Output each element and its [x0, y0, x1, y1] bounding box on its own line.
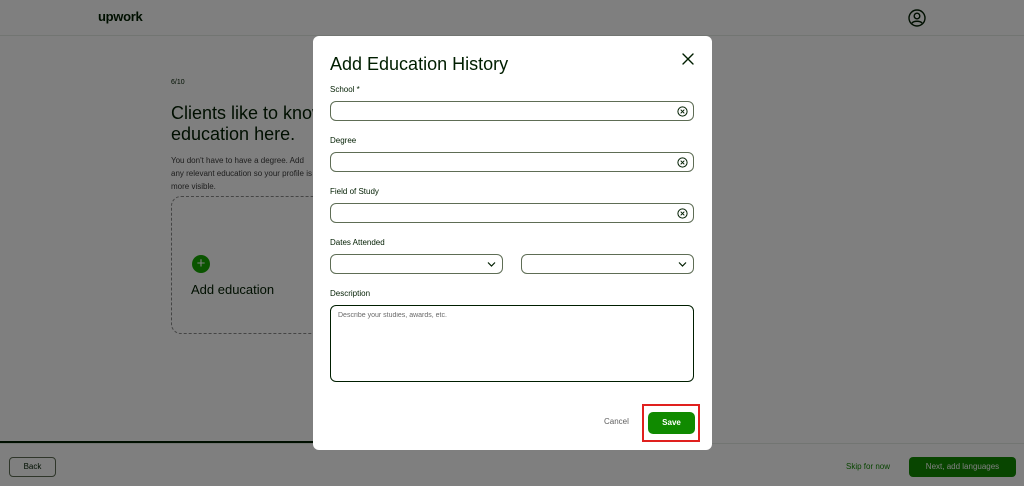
clear-icon[interactable]	[677, 157, 688, 168]
field-of-study-label: Field of Study	[330, 187, 379, 196]
chevron-down-icon	[678, 262, 687, 267]
save-button[interactable]: Save	[648, 412, 695, 434]
field-of-study-field[interactable]	[330, 203, 694, 223]
description-field[interactable]	[330, 305, 694, 382]
cancel-button[interactable]: Cancel	[604, 417, 629, 426]
close-icon[interactable]	[681, 52, 695, 66]
modal-title: Add Education History	[330, 54, 509, 74]
add-education-modal: Add Education History School * Degree Fi…	[313, 36, 712, 450]
school-input[interactable]	[337, 104, 667, 118]
degree-label: Degree	[330, 136, 357, 145]
school-field[interactable]	[330, 101, 694, 121]
description-textarea[interactable]	[338, 312, 686, 376]
dates-from-select[interactable]	[330, 254, 503, 274]
school-label: School *	[330, 85, 360, 94]
clear-icon[interactable]	[677, 208, 688, 219]
degree-input[interactable]	[337, 155, 667, 169]
dates-to-select[interactable]	[521, 254, 694, 274]
degree-field[interactable]	[330, 152, 694, 172]
dates-attended-label: Dates Attended	[330, 238, 385, 247]
chevron-down-icon	[487, 262, 496, 267]
clear-icon[interactable]	[677, 106, 688, 117]
field-of-study-input[interactable]	[337, 206, 667, 220]
description-label: Description	[330, 289, 371, 298]
